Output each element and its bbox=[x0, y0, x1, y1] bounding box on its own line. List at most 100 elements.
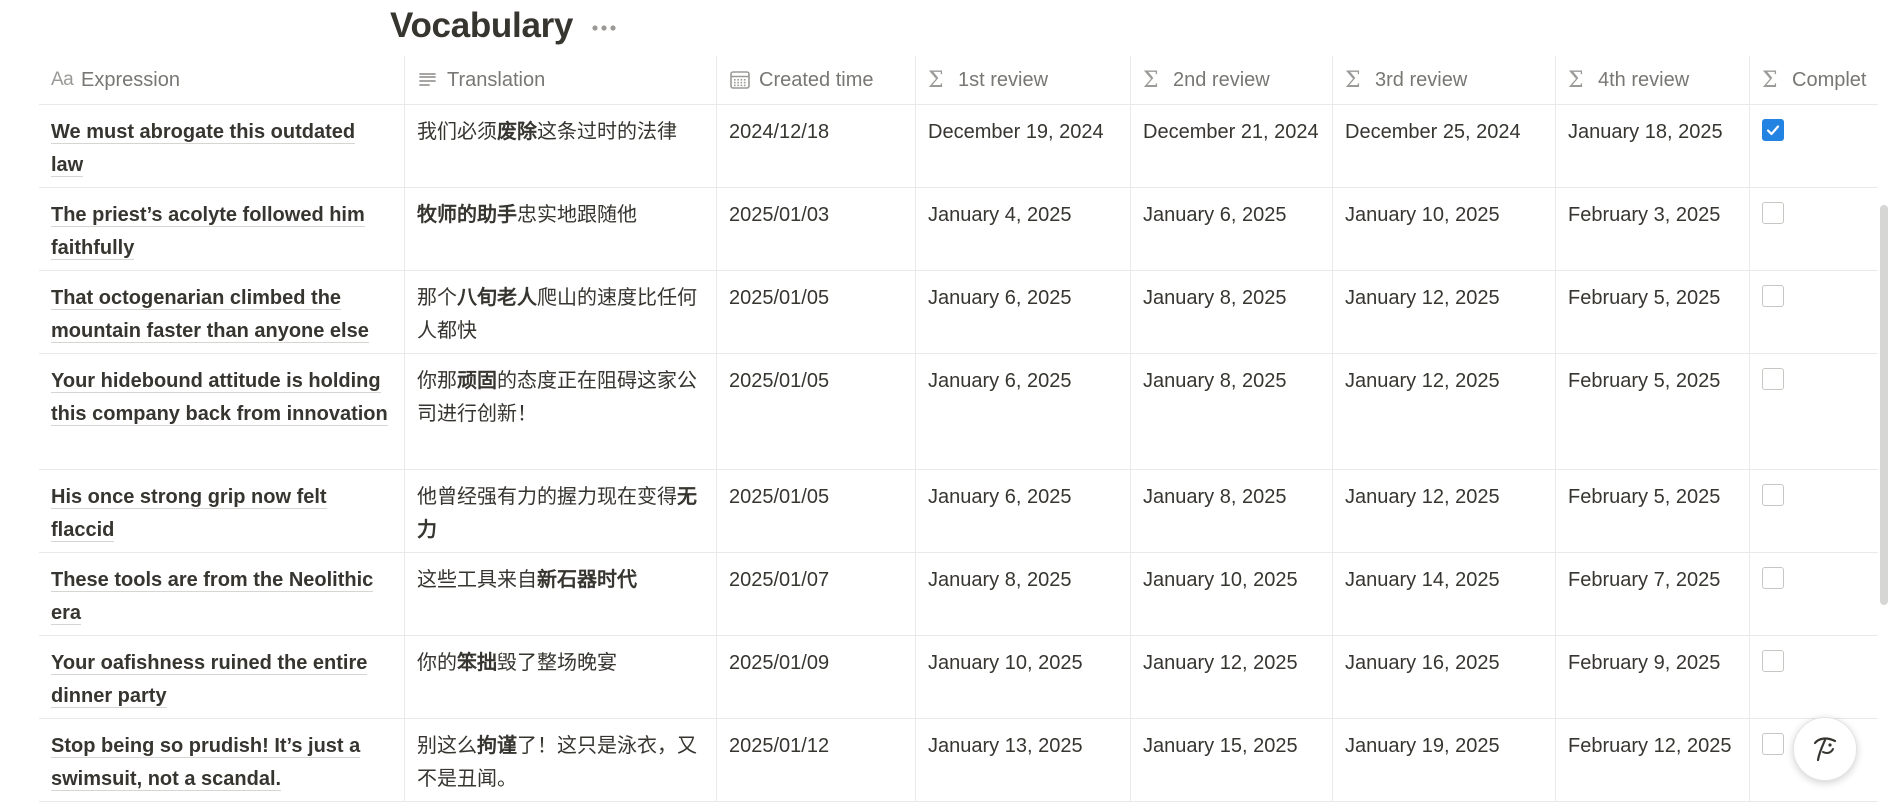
translation-text: 你的 bbox=[417, 652, 457, 674]
column-header-created-time[interactable]: Created time bbox=[717, 56, 916, 104]
translation-text: 我们必须 bbox=[417, 121, 497, 143]
complete-checkbox[interactable] bbox=[1762, 119, 1784, 141]
cell-3rd-review: January 10, 2025 bbox=[1333, 188, 1556, 270]
cell-1st-review: January 8, 2025 bbox=[916, 553, 1131, 635]
cell-translation[interactable]: 你的笨拙毁了整场晚宴 bbox=[405, 636, 717, 718]
cell-2nd-review: January 8, 2025 bbox=[1131, 271, 1333, 353]
expression-link[interactable]: Your oafishness ruined the entire dinner… bbox=[51, 652, 368, 708]
cell-complete[interactable] bbox=[1750, 105, 1878, 187]
formula-icon: Σ bbox=[928, 67, 944, 93]
formula-icon: Σ bbox=[1345, 67, 1361, 93]
cell-translation[interactable]: 他曾经强有力的握力现在变得无力 bbox=[405, 470, 717, 552]
table-row: His once strong grip now felt flaccid 他曾经… bbox=[39, 470, 1878, 553]
column-header-label: 1st review bbox=[958, 68, 1049, 91]
formula-icon: Σ bbox=[1568, 67, 1584, 93]
translation-text: 那个 bbox=[417, 287, 457, 309]
cell-created-time: 2025/01/05 bbox=[717, 354, 916, 469]
table-row: Your oafishness ruined the entire dinner… bbox=[39, 636, 1878, 719]
cell-3rd-review: December 25, 2024 bbox=[1333, 105, 1556, 187]
column-header-translation[interactable]: Translation bbox=[405, 56, 717, 104]
cell-expression[interactable]: His once strong grip now felt flaccid bbox=[39, 470, 405, 552]
table-row: That octogenarian climbed the mountain f… bbox=[39, 271, 1878, 354]
table-body: We must abrogate this outdated law 我们必须废除… bbox=[39, 105, 1878, 802]
text-property-icon bbox=[417, 69, 447, 91]
complete-checkbox[interactable] bbox=[1762, 733, 1784, 755]
more-options-button[interactable] bbox=[591, 24, 617, 32]
cell-created-time: 2025/01/12 bbox=[717, 719, 916, 801]
translation-highlight: 拘谨 bbox=[477, 735, 517, 757]
cell-3rd-review: January 12, 2025 bbox=[1333, 354, 1556, 469]
translation-text: 别这么 bbox=[417, 735, 477, 757]
cell-4th-review: February 5, 2025 bbox=[1556, 354, 1750, 469]
cell-1st-review: January 6, 2025 bbox=[916, 271, 1131, 353]
translation-highlight: 笨拙 bbox=[457, 652, 497, 674]
expression-link[interactable]: His once strong grip now felt flaccid bbox=[51, 486, 327, 542]
cell-created-time: 2025/01/05 bbox=[717, 470, 916, 552]
cell-3rd-review: January 12, 2025 bbox=[1333, 470, 1556, 552]
vertical-scrollbar[interactable] bbox=[1880, 205, 1888, 605]
cell-translation[interactable]: 这些工具来自新石器时代 bbox=[405, 553, 717, 635]
column-header-label: Expression bbox=[81, 68, 180, 91]
cell-translation[interactable]: 你那顽固的态度正在阻碍这家公司进行创新！ bbox=[405, 354, 717, 469]
expression-link[interactable]: Stop being so prudish! It’s just a swims… bbox=[51, 735, 361, 791]
cell-expression[interactable]: Your hidebound attitude is holding this … bbox=[39, 354, 405, 469]
translation-text: 忠实地跟随他 bbox=[517, 204, 637, 226]
cell-translation[interactable]: 那个八旬老人爬山的速度比任何人都快 bbox=[405, 271, 717, 353]
cell-complete[interactable] bbox=[1750, 636, 1878, 718]
cell-translation[interactable]: 我们必须废除这条过时的法律 bbox=[405, 105, 717, 187]
expression-link[interactable]: We must abrogate this outdated law bbox=[51, 121, 356, 177]
cell-1st-review: January 6, 2025 bbox=[916, 354, 1131, 469]
ai-assistant-button[interactable] bbox=[1793, 717, 1857, 781]
cell-complete[interactable] bbox=[1750, 188, 1878, 270]
column-header-1st-review[interactable]: Σ 1st review bbox=[916, 56, 1131, 104]
complete-checkbox[interactable] bbox=[1762, 368, 1784, 390]
cell-complete[interactable] bbox=[1750, 470, 1878, 552]
column-header-3rd-review[interactable]: Σ 3rd review bbox=[1333, 56, 1556, 104]
expression-link[interactable]: The priest’s acolyte followed him faithf… bbox=[51, 204, 365, 260]
cell-4th-review: February 9, 2025 bbox=[1556, 636, 1750, 718]
cell-translation[interactable]: 别这么拘谨了！这只是泳衣，又不是丑闻。 bbox=[405, 719, 717, 801]
cell-expression[interactable]: Your oafishness ruined the entire dinner… bbox=[39, 636, 405, 718]
translation-text: 这条过时的法律 bbox=[537, 121, 677, 143]
cell-complete[interactable] bbox=[1750, 553, 1878, 635]
expression-link[interactable]: That octogenarian climbed the mountain f… bbox=[51, 287, 369, 343]
cell-expression[interactable]: These tools are from the Neolithic era bbox=[39, 553, 405, 635]
column-header-label: Created time bbox=[759, 68, 874, 91]
ai-face-icon bbox=[1813, 737, 1837, 762]
complete-checkbox[interactable] bbox=[1762, 484, 1784, 506]
expression-link[interactable]: Your hidebound attitude is holding this … bbox=[51, 370, 388, 426]
column-header-complete[interactable]: Σ Complet bbox=[1750, 56, 1878, 104]
column-header-2nd-review[interactable]: Σ 2nd review bbox=[1131, 56, 1333, 104]
cell-4th-review: February 3, 2025 bbox=[1556, 188, 1750, 270]
complete-checkbox[interactable] bbox=[1762, 202, 1784, 224]
complete-checkbox[interactable] bbox=[1762, 650, 1784, 672]
column-header-label: 4th review bbox=[1598, 68, 1690, 91]
complete-checkbox[interactable] bbox=[1762, 567, 1784, 589]
table-row: Stop being so prudish! It’s just a swims… bbox=[39, 719, 1878, 802]
complete-checkbox[interactable] bbox=[1762, 285, 1784, 307]
column-header-expression[interactable]: Aa Expression bbox=[39, 56, 405, 104]
formula-icon: Σ bbox=[1143, 67, 1159, 93]
cell-3rd-review: January 16, 2025 bbox=[1333, 636, 1556, 718]
column-header-4th-review[interactable]: Σ 4th review bbox=[1556, 56, 1750, 104]
cell-created-time: 2025/01/03 bbox=[717, 188, 916, 270]
cell-expression[interactable]: We must abrogate this outdated law bbox=[39, 105, 405, 187]
cell-1st-review: December 19, 2024 bbox=[916, 105, 1131, 187]
cell-4th-review: February 12, 2025 bbox=[1556, 719, 1750, 801]
cell-3rd-review: January 14, 2025 bbox=[1333, 553, 1556, 635]
cell-expression[interactable]: The priest’s acolyte followed him faithf… bbox=[39, 188, 405, 270]
expression-link[interactable]: These tools are from the Neolithic era bbox=[51, 569, 374, 625]
cell-expression[interactable]: Stop being so prudish! It’s just a swims… bbox=[39, 719, 405, 801]
page-title[interactable]: Vocabulary bbox=[390, 6, 573, 46]
cell-expression[interactable]: That octogenarian climbed the mountain f… bbox=[39, 271, 405, 353]
cell-created-time: 2025/01/05 bbox=[717, 271, 916, 353]
cell-1st-review: January 10, 2025 bbox=[916, 636, 1131, 718]
table-header: Aa Expression Translation Created time Σ 1st … bbox=[39, 56, 1878, 105]
translation-highlight: 牧师的助手 bbox=[417, 204, 517, 226]
cell-complete[interactable] bbox=[1750, 354, 1878, 469]
cell-complete[interactable] bbox=[1750, 271, 1878, 353]
cell-translation[interactable]: 牧师的助手忠实地跟随他 bbox=[405, 188, 717, 270]
column-header-label: Complet bbox=[1792, 68, 1867, 91]
cell-2nd-review: January 6, 2025 bbox=[1131, 188, 1333, 270]
cell-1st-review: January 13, 2025 bbox=[916, 719, 1131, 801]
